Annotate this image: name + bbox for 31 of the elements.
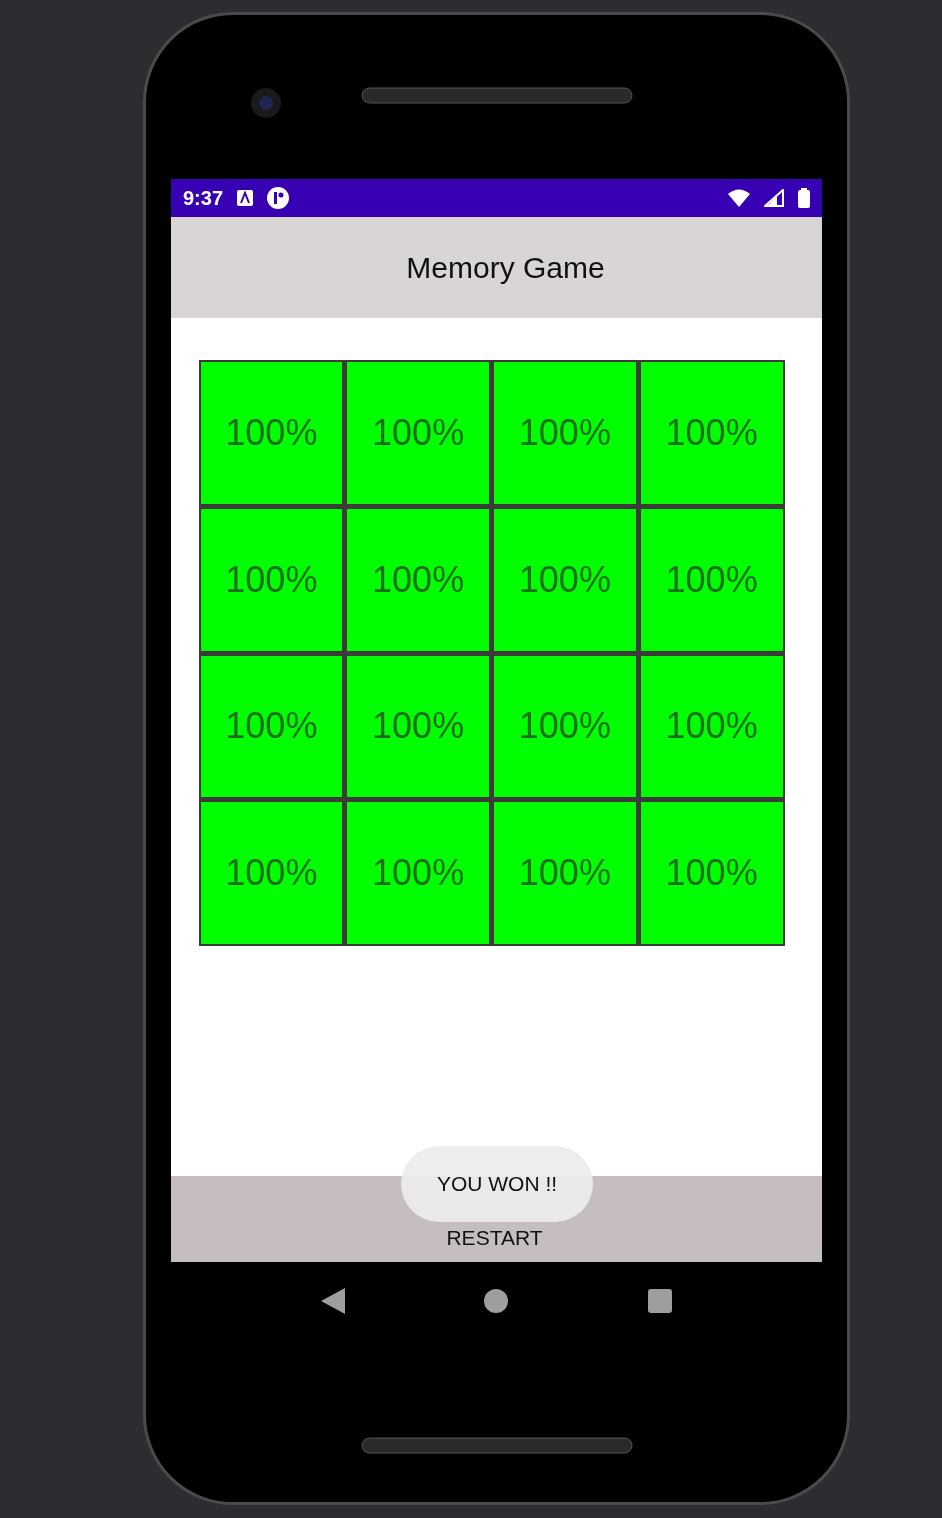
battery-icon <box>798 188 810 208</box>
wifi-icon <box>728 189 750 207</box>
memory-card[interactable]: 100% <box>200 802 343 944</box>
home-icon <box>484 1289 509 1313</box>
status-time: 9:37 <box>183 186 224 210</box>
toast-message: YOU WON !! <box>401 1146 593 1222</box>
restart-button[interactable]: RESTART <box>438 1222 551 1254</box>
back-icon <box>320 1288 345 1314</box>
memory-card[interactable]: 100% <box>347 362 489 504</box>
memory-card[interactable]: 100% <box>494 655 636 798</box>
speaker-grille-icon <box>360 1437 633 1455</box>
memory-card[interactable]: 100% <box>200 362 343 504</box>
overview-icon <box>648 1289 673 1313</box>
memory-card[interactable]: 100% <box>347 802 489 944</box>
memory-card[interactable]: 100% <box>347 508 489 651</box>
memory-card[interactable]: 100% <box>347 655 489 798</box>
app-notification-icon <box>267 187 290 209</box>
signal-icon <box>764 189 784 207</box>
camera-icon <box>250 87 282 119</box>
memory-card[interactable]: 100% <box>494 508 636 651</box>
memory-card[interactable]: 100% <box>640 655 783 798</box>
memory-card[interactable]: 100% <box>200 655 343 798</box>
memory-card[interactable]: 100% <box>494 802 636 944</box>
memory-card[interactable]: 100% <box>200 508 343 651</box>
memory-card[interactable]: 100% <box>494 362 636 504</box>
app-title: Memory Game <box>405 250 605 285</box>
memory-card[interactable]: 100% <box>640 508 783 651</box>
memory-card[interactable]: 100% <box>640 802 783 944</box>
speaker-grille-icon <box>360 86 633 106</box>
memory-card[interactable]: 100% <box>640 362 783 504</box>
notification-icon <box>237 190 254 206</box>
